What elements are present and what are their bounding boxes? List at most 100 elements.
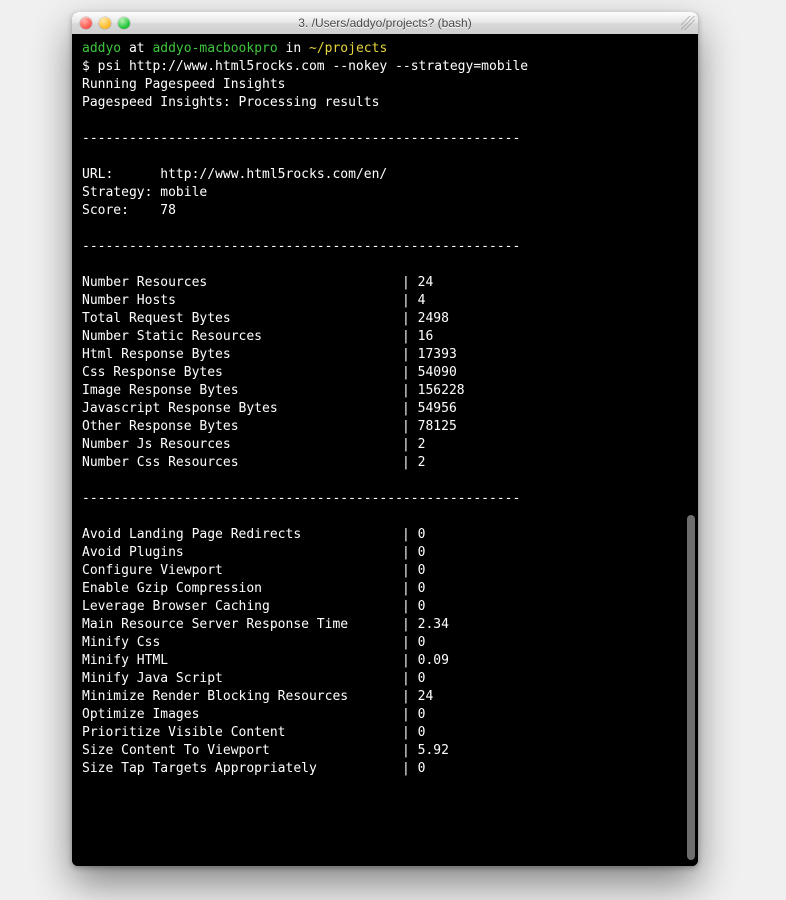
divider: ----------------------------------------… [82,238,698,256]
summary-strategy: Strategy: mobile [82,184,698,202]
stat-label: Number Js Resources [82,436,402,454]
rule-label: Minimize Render Blocking Resources [82,688,402,706]
prompt-host: addyo-macbookpro [152,41,277,56]
rule-value: | 0 [402,544,425,562]
table-row: Configure Viewport| 0 [82,562,698,580]
scrollbar-thumb[interactable] [687,515,695,860]
rule-value: | 0 [402,526,425,544]
stat-value: | 54956 [402,400,457,418]
rule-label: Optimize Images [82,706,402,724]
rule-label: Avoid Plugins [82,544,402,562]
status-line: Running Pagespeed Insights [82,76,698,94]
close-icon[interactable] [80,17,92,29]
table-row: Javascript Response Bytes| 54956 [82,400,698,418]
table-row: Optimize Images| 0 [82,706,698,724]
rule-label: Leverage Browser Caching [82,598,402,616]
rule-value: | 5.92 [402,742,449,760]
table-row: Html Response Bytes| 17393 [82,346,698,364]
stat-value: | 2 [402,436,425,454]
stat-label: Number Static Resources [82,328,402,346]
rule-label: Configure Viewport [82,562,402,580]
rule-value: | 0 [402,670,425,688]
rule-value: | 0 [402,562,425,580]
rule-value: | 0 [402,580,425,598]
rule-label: Enable Gzip Compression [82,580,402,598]
stat-label: Total Request Bytes [82,310,402,328]
terminal-body[interactable]: addyo at addyo-macbookpro in ~/projects … [72,34,698,866]
table-row: Minimize Render Blocking Resources| 24 [82,688,698,706]
rule-value: | 0 [402,724,425,742]
table-row: Size Tap Targets Appropriately| 0 [82,760,698,778]
table-row: Avoid Plugins| 0 [82,544,698,562]
stat-label: Javascript Response Bytes [82,400,402,418]
terminal-window: 3. /Users/addyo/projects? (bash) addyo a… [72,12,698,866]
stat-value: | 2498 [402,310,449,328]
table-row: Image Response Bytes| 156228 [82,382,698,400]
rule-label: Minify Css [82,634,402,652]
stat-label: Image Response Bytes [82,382,402,400]
stat-value: | 78125 [402,418,457,436]
stat-label: Number Resources [82,274,402,292]
stat-value: | 4 [402,292,425,310]
stat-value: | 16 [402,328,433,346]
rule-label: Minify Java Script [82,670,402,688]
table-row: Main Resource Server Response Time| 2.34 [82,616,698,634]
rule-value: | 0 [402,598,425,616]
prompt-at: at [129,41,145,56]
traffic-lights [80,17,130,29]
stat-label: Html Response Bytes [82,346,402,364]
stat-value: | 156228 [402,382,465,400]
rule-label: Size Content To Viewport [82,742,402,760]
zoom-icon[interactable] [118,17,130,29]
rule-label: Main Resource Server Response Time [82,616,402,634]
table-row: Avoid Landing Page Redirects| 0 [82,526,698,544]
command-text: psi http://www.html5rocks.com --nokey --… [98,59,528,74]
prompt-path: ~/projects [309,41,387,56]
stat-value: | 2 [402,454,425,472]
stat-value: | 24 [402,274,433,292]
rule-label: Prioritize Visible Content [82,724,402,742]
prompt-in: in [286,41,302,56]
rule-value: | 2.34 [402,616,449,634]
summary-url: URL: http://www.html5rocks.com/en/ [82,166,698,184]
rule-value: | 0.09 [402,652,449,670]
fullscreen-icon[interactable] [681,16,695,30]
table-row: Other Response Bytes| 78125 [82,418,698,436]
stat-value: | 54090 [402,364,457,382]
table-row: Number Resources| 24 [82,274,698,292]
stat-label: Number Hosts [82,292,402,310]
table-row: Prioritize Visible Content| 0 [82,724,698,742]
table-row: Number Css Resources| 2 [82,454,698,472]
stats-block: Number Resources| 24Number Hosts| 4Total… [82,274,698,472]
titlebar[interactable]: 3. /Users/addyo/projects? (bash) [72,12,698,35]
table-row: Minify Css| 0 [82,634,698,652]
minimize-icon[interactable] [99,17,111,29]
window-title: 3. /Users/addyo/projects? (bash) [72,16,698,30]
status-line: Pagespeed Insights: Processing results [82,94,698,112]
table-row: Leverage Browser Caching| 0 [82,598,698,616]
stat-value: | 17393 [402,346,457,364]
divider: ----------------------------------------… [82,490,698,508]
rules-block: Avoid Landing Page Redirects| 0Avoid Plu… [82,526,698,778]
rule-value: | 24 [402,688,433,706]
summary-score: Score: 78 [82,202,698,220]
table-row: Minify Java Script| 0 [82,670,698,688]
table-row: Number Js Resources| 2 [82,436,698,454]
table-row: Number Static Resources| 16 [82,328,698,346]
table-row: Size Content To Viewport| 5.92 [82,742,698,760]
rule-value: | 0 [402,634,425,652]
divider: ----------------------------------------… [82,130,698,148]
rule-label: Minify HTML [82,652,402,670]
stat-label: Css Response Bytes [82,364,402,382]
scrollbar[interactable] [687,38,695,860]
command-line: $ psi http://www.html5rocks.com --nokey … [82,58,698,76]
stat-label: Number Css Resources [82,454,402,472]
prompt-user: addyo [82,41,121,56]
prompt-symbol: $ [82,59,90,74]
stat-label: Other Response Bytes [82,418,402,436]
rule-value: | 0 [402,706,425,724]
table-row: Enable Gzip Compression| 0 [82,580,698,598]
table-row: Minify HTML| 0.09 [82,652,698,670]
rule-label: Size Tap Targets Appropriately [82,760,402,778]
table-row: Number Hosts| 4 [82,292,698,310]
